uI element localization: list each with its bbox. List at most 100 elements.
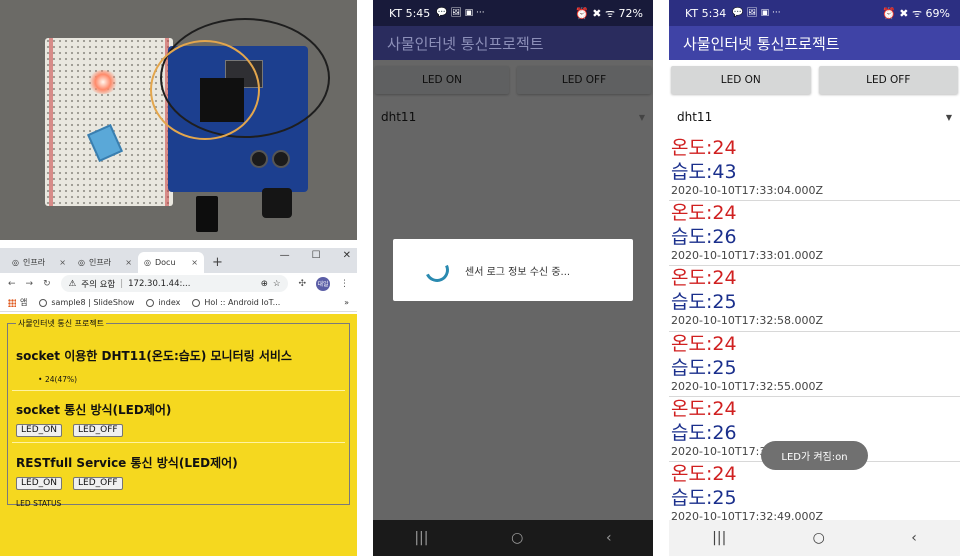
socket-led-off-button[interactable]: LED_OFF	[73, 424, 123, 437]
close-icon[interactable]: ×	[191, 258, 198, 267]
globe-icon: ◎	[144, 258, 151, 267]
new-tab-button[interactable]: +	[204, 255, 231, 273]
url-field[interactable]: ⚠ 주의 요함 | 172.30.1.44:... ⊕ ☆	[60, 275, 289, 292]
profile-avatar[interactable]: 대일	[316, 276, 330, 291]
tab-label: 인프라	[22, 258, 46, 267]
forward-arrow-icon[interactable]: →	[26, 279, 34, 289]
maximize-icon[interactable]: ☐	[312, 250, 321, 261]
socket-led-on-button[interactable]: LED_ON	[16, 424, 62, 437]
status-right-icons: ⏰ ✖ ᯤ 72%	[575, 6, 643, 20]
spinner-value: dht11	[381, 110, 417, 124]
tab-strip: ◎ 인프라 × ◎ 인프라 × ◎ Docu × + — ☐ ✕	[0, 248, 357, 273]
sensor-spinner[interactable]: dht11 ▼	[373, 106, 653, 128]
globe-icon	[39, 298, 48, 307]
status-bar: KT 5:45 💬 🖼 ▣ ··· ⏰ ✖ ᯤ 72%	[373, 0, 653, 26]
security-label: 주의 요함	[81, 279, 116, 290]
divider	[12, 442, 345, 443]
humidity-text: 습도:25	[671, 291, 737, 314]
progress-spinner-icon	[421, 254, 453, 286]
browser-tab-active[interactable]: ◎ Docu ×	[138, 252, 204, 273]
address-bar-row: ← → ↻ ⚠ 주의 요함 | 172.30.1.44:... ⊕ ☆ ✣ 대일…	[0, 273, 357, 294]
star-icon[interactable]: ☆	[273, 279, 281, 289]
timestamp-text: 2020-10-10T17:32:55.000Z	[671, 379, 824, 393]
spinner-value: dht11	[677, 110, 713, 124]
led-button-row: LED ON LED OFF	[669, 66, 960, 94]
dropdown-arrow-icon: ▼	[638, 112, 645, 122]
nav-bar: ||| ○ ‹	[669, 520, 960, 556]
reload-icon[interactable]: ↻	[43, 279, 51, 289]
list-item[interactable]: 온도:24 습도:26 2020-10-10T17:33:01.000Z	[669, 201, 960, 267]
power-jack	[262, 188, 292, 218]
capacitor	[250, 150, 268, 168]
app-title: 사물인터넷 통신프로젝트	[669, 26, 960, 60]
browser-tab[interactable]: ◎ 인프라 ×	[72, 252, 138, 273]
status-bar: KT 5:34 💬 🖼 ▣ ··· ⏰ ✖ ᯤ 69%	[669, 0, 960, 26]
globe-icon	[192, 298, 201, 307]
led-status-label: LED STATUS	[16, 499, 62, 508]
list-item[interactable]: 온도:24 습도:25 2020-10-10T17:32:55.000Z	[669, 332, 960, 397]
globe-icon: ◎	[78, 258, 85, 267]
url-text: 172.30.1.44:...	[128, 278, 191, 289]
rest-led-on-button[interactable]: LED_ON	[16, 477, 62, 490]
sensor-spinner[interactable]: dht11 ▼	[669, 106, 960, 128]
bookmark-item[interactable]: Hol :: Android IoT...	[192, 298, 280, 307]
list-item[interactable]: 온도:24 습도:25 2020-10-10T17:32:58.000Z	[669, 266, 960, 332]
close-icon[interactable]: ×	[59, 258, 66, 267]
humidity-text: 습도:43	[671, 161, 737, 183]
led-off-button[interactable]: LED OFF	[517, 66, 651, 94]
temperature-text: 온도:24	[671, 332, 737, 355]
led-off-button[interactable]: LED OFF	[818, 66, 958, 94]
led-on-button[interactable]: LED ON	[375, 66, 509, 94]
temperature-text: 온도:24	[671, 267, 737, 290]
timestamp-text: 2020-10-10T17:33:01.000Z	[671, 249, 824, 263]
project-fieldset: 사물인터넷 통신 프로젝트 socket 이용한 DHT11(온도:습도) 모니…	[7, 318, 350, 508]
back-icon[interactable]: ‹	[606, 530, 612, 546]
list-item[interactable]: 온도:24 습도:43 2020-10-10T17:33:04.000Z	[669, 136, 960, 202]
humidity-text: 습도:26	[671, 226, 737, 249]
tab-label: 인프라	[88, 258, 112, 267]
warning-icon: ⚠	[68, 278, 77, 289]
bookmark-item[interactable]: index	[146, 298, 180, 307]
bookmark-item[interactable]: sample8 | SlideShow	[39, 298, 134, 307]
menu-icon[interactable]: ⋮	[340, 279, 349, 289]
rest-led-off-button[interactable]: LED_OFF	[73, 477, 123, 490]
browser-window: ◎ 인프라 × ◎ 인프라 × ◎ Docu × + — ☐ ✕ ← → ↻ ⚠…	[0, 248, 357, 556]
close-window-icon[interactable]: ✕	[343, 250, 351, 261]
dropdown-arrow-icon: ▼	[945, 112, 952, 122]
phone-list-screen: KT 5:34 💬 🖼 ▣ ··· ⏰ ✖ ᯤ 69% 사물인터넷 통신프로젝트…	[669, 0, 960, 556]
recents-icon[interactable]: |||	[414, 530, 428, 546]
temperature-text: 온도:24	[671, 202, 737, 225]
phone-loading-screen: KT 5:45 💬 🖼 ▣ ··· ⏰ ✖ ᯤ 72% 사물인터넷 통신프로젝트…	[373, 0, 653, 556]
globe-icon: ◎	[12, 258, 19, 267]
humidity-text: 습도:25	[671, 486, 737, 509]
web-page-content: 사물인터넷 통신 프로젝트 socket 이용한 DHT11(온도:습도) 모니…	[0, 314, 357, 556]
back-icon[interactable]: ‹	[911, 530, 917, 546]
progress-dialog: 센서 로그 정보 수신 중...	[393, 239, 633, 301]
bookmarks-bar: 앱 sample8 | SlideShow index Hol :: Andro…	[0, 294, 357, 312]
humidity-text: 습도:25	[671, 356, 737, 379]
list-item[interactable]: 온도:24 습도:25 2020-10-10T17:32:49.000Z	[669, 462, 960, 528]
dialog-message: 센서 로그 정보 수신 중...	[465, 266, 571, 278]
section-title-socket-led: socket 통신 방식(LED제어)	[16, 403, 172, 417]
recents-icon[interactable]: |||	[712, 530, 726, 546]
browser-tab[interactable]: ◎ 인프라 ×	[6, 252, 72, 273]
notification-icons: 💬 🖼 ▣ ···	[436, 8, 485, 18]
led-button-row: LED ON LED OFF	[373, 66, 653, 94]
led-on-button[interactable]: LED ON	[671, 66, 811, 94]
minimize-icon[interactable]: —	[280, 250, 290, 261]
close-icon[interactable]: ×	[125, 258, 132, 267]
extensions-icon[interactable]: ✣	[298, 279, 306, 289]
timestamp-text: 2020-10-10T17:33:04.000Z	[671, 184, 824, 197]
home-icon[interactable]: ○	[511, 530, 523, 546]
section-title-dht11: socket 이용한 DHT11(온도:습도) 모니터링 서비스	[16, 349, 292, 363]
dialog-scrim	[373, 60, 653, 556]
hardware-photo	[0, 0, 357, 240]
composite-screenshot: ◎ 인프라 × ◎ 인프라 × ◎ Docu × + — ☐ ✕ ← → ↻ ⚠…	[0, 0, 960, 556]
bookmarks-more-icon[interactable]: »	[344, 298, 349, 307]
home-icon[interactable]: ○	[813, 530, 825, 546]
back-arrow-icon[interactable]: ←	[8, 279, 16, 289]
window-controls: — ☐ ✕	[280, 250, 351, 261]
zoom-icon[interactable]: ⊕	[261, 279, 268, 289]
bookmark-apps[interactable]: 앱	[8, 297, 27, 308]
divider	[12, 390, 345, 391]
